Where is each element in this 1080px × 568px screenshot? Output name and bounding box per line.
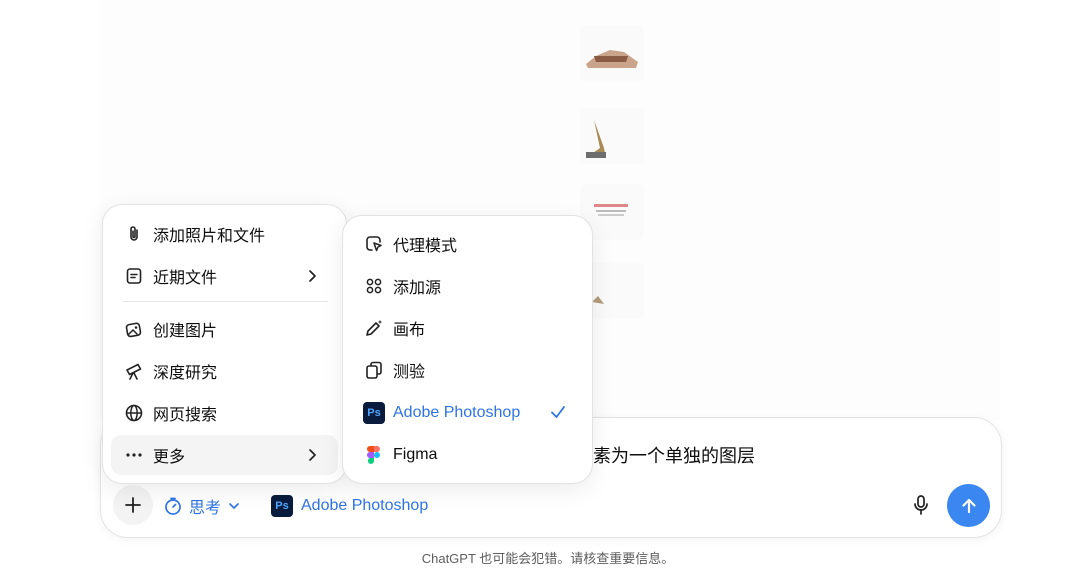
microphone-icon bbox=[911, 494, 931, 516]
chevron-right-icon bbox=[302, 445, 322, 465]
image-create-icon bbox=[123, 318, 145, 340]
globe-icon bbox=[123, 402, 145, 424]
agent-cursor-icon bbox=[363, 233, 385, 255]
photoshop-icon: Ps bbox=[271, 495, 293, 517]
menu-item-add-photos-files[interactable]: 添加照片和文件 bbox=[111, 214, 338, 254]
paperclip-icon bbox=[123, 223, 145, 245]
photoshop-icon-wrap: Ps bbox=[363, 402, 385, 424]
submenu-item-adobe-photoshop[interactable]: Ps Adobe Photoshop bbox=[351, 393, 584, 433]
submenu-item-agent-mode[interactable]: 代理模式 bbox=[351, 224, 584, 264]
check-icon bbox=[548, 402, 568, 422]
menu-item-more[interactable]: 更多 bbox=[111, 435, 338, 475]
photoshop-icon: Ps bbox=[363, 402, 385, 424]
submenu-item-label: 添加源 bbox=[393, 280, 442, 297]
menu-item-recent-files[interactable]: 近期文件 bbox=[111, 256, 338, 296]
file-icon bbox=[123, 265, 145, 287]
composer-input-text[interactable]: 素为一个单独的图层 bbox=[593, 442, 755, 468]
menu-divider bbox=[123, 301, 328, 302]
arrow-up-icon bbox=[959, 496, 979, 516]
submenu-item-label: 测验 bbox=[393, 364, 426, 381]
ellipsis-icon bbox=[123, 444, 145, 466]
think-mode-label: 思考 bbox=[189, 500, 222, 517]
pen-sparkle-icon bbox=[363, 317, 385, 339]
menu-item-create-image[interactable]: 创建图片 bbox=[111, 309, 338, 349]
send-button[interactable] bbox=[947, 484, 990, 527]
chevron-right-icon bbox=[302, 266, 322, 286]
attach-plus-button[interactable] bbox=[113, 485, 153, 525]
menu-item-label: 近期文件 bbox=[153, 270, 218, 287]
think-mode-button[interactable]: 思考 bbox=[163, 491, 241, 521]
telescope-icon bbox=[123, 360, 145, 382]
cards-icon bbox=[363, 359, 385, 381]
menu-item-label: 网页搜索 bbox=[153, 407, 218, 424]
apps-icon bbox=[363, 275, 385, 297]
menu-item-label: 深度研究 bbox=[153, 365, 218, 382]
submenu-item-figma[interactable]: Figma bbox=[351, 435, 584, 475]
menu-item-label: 添加照片和文件 bbox=[153, 228, 266, 245]
microphone-button[interactable] bbox=[907, 491, 935, 519]
menu-item-label: 更多 bbox=[153, 449, 186, 466]
attach-menu: 添加照片和文件 近期文件 创建图片 深度研究 网页搜索 更多 bbox=[102, 204, 347, 484]
menu-item-label: 创建图片 bbox=[153, 323, 218, 340]
submenu-item-label: Adobe Photoshop bbox=[393, 404, 521, 421]
menu-item-deep-research[interactable]: 深度研究 bbox=[111, 351, 338, 391]
image-thumbnail[interactable] bbox=[580, 108, 644, 164]
plus-icon bbox=[123, 495, 143, 515]
submenu-item-quiz[interactable]: 测验 bbox=[351, 350, 584, 390]
submenu-item-label: 代理模式 bbox=[393, 238, 458, 255]
image-thumbnail[interactable] bbox=[580, 26, 644, 82]
menu-item-web-search[interactable]: 网页搜索 bbox=[111, 393, 338, 433]
more-submenu: 代理模式 添加源 画布 测验 Ps Adobe Photoshop Figma bbox=[342, 215, 593, 484]
timer-icon bbox=[163, 496, 183, 516]
submenu-item-canvas[interactable]: 画布 bbox=[351, 308, 584, 348]
disclaimer-text: ChatGPT 也可能会犯错。请核查重要信息。 bbox=[421, 551, 675, 566]
figma-icon bbox=[363, 444, 385, 466]
submenu-item-add-source[interactable]: 添加源 bbox=[351, 266, 584, 306]
active-tool-label: Adobe Photoshop bbox=[301, 497, 429, 514]
chevron-down-icon bbox=[227, 499, 241, 513]
submenu-item-label: Figma bbox=[393, 446, 438, 463]
active-tool-photoshop[interactable]: Ps Adobe Photoshop bbox=[271, 491, 428, 521]
submenu-item-label: 画布 bbox=[393, 322, 426, 339]
